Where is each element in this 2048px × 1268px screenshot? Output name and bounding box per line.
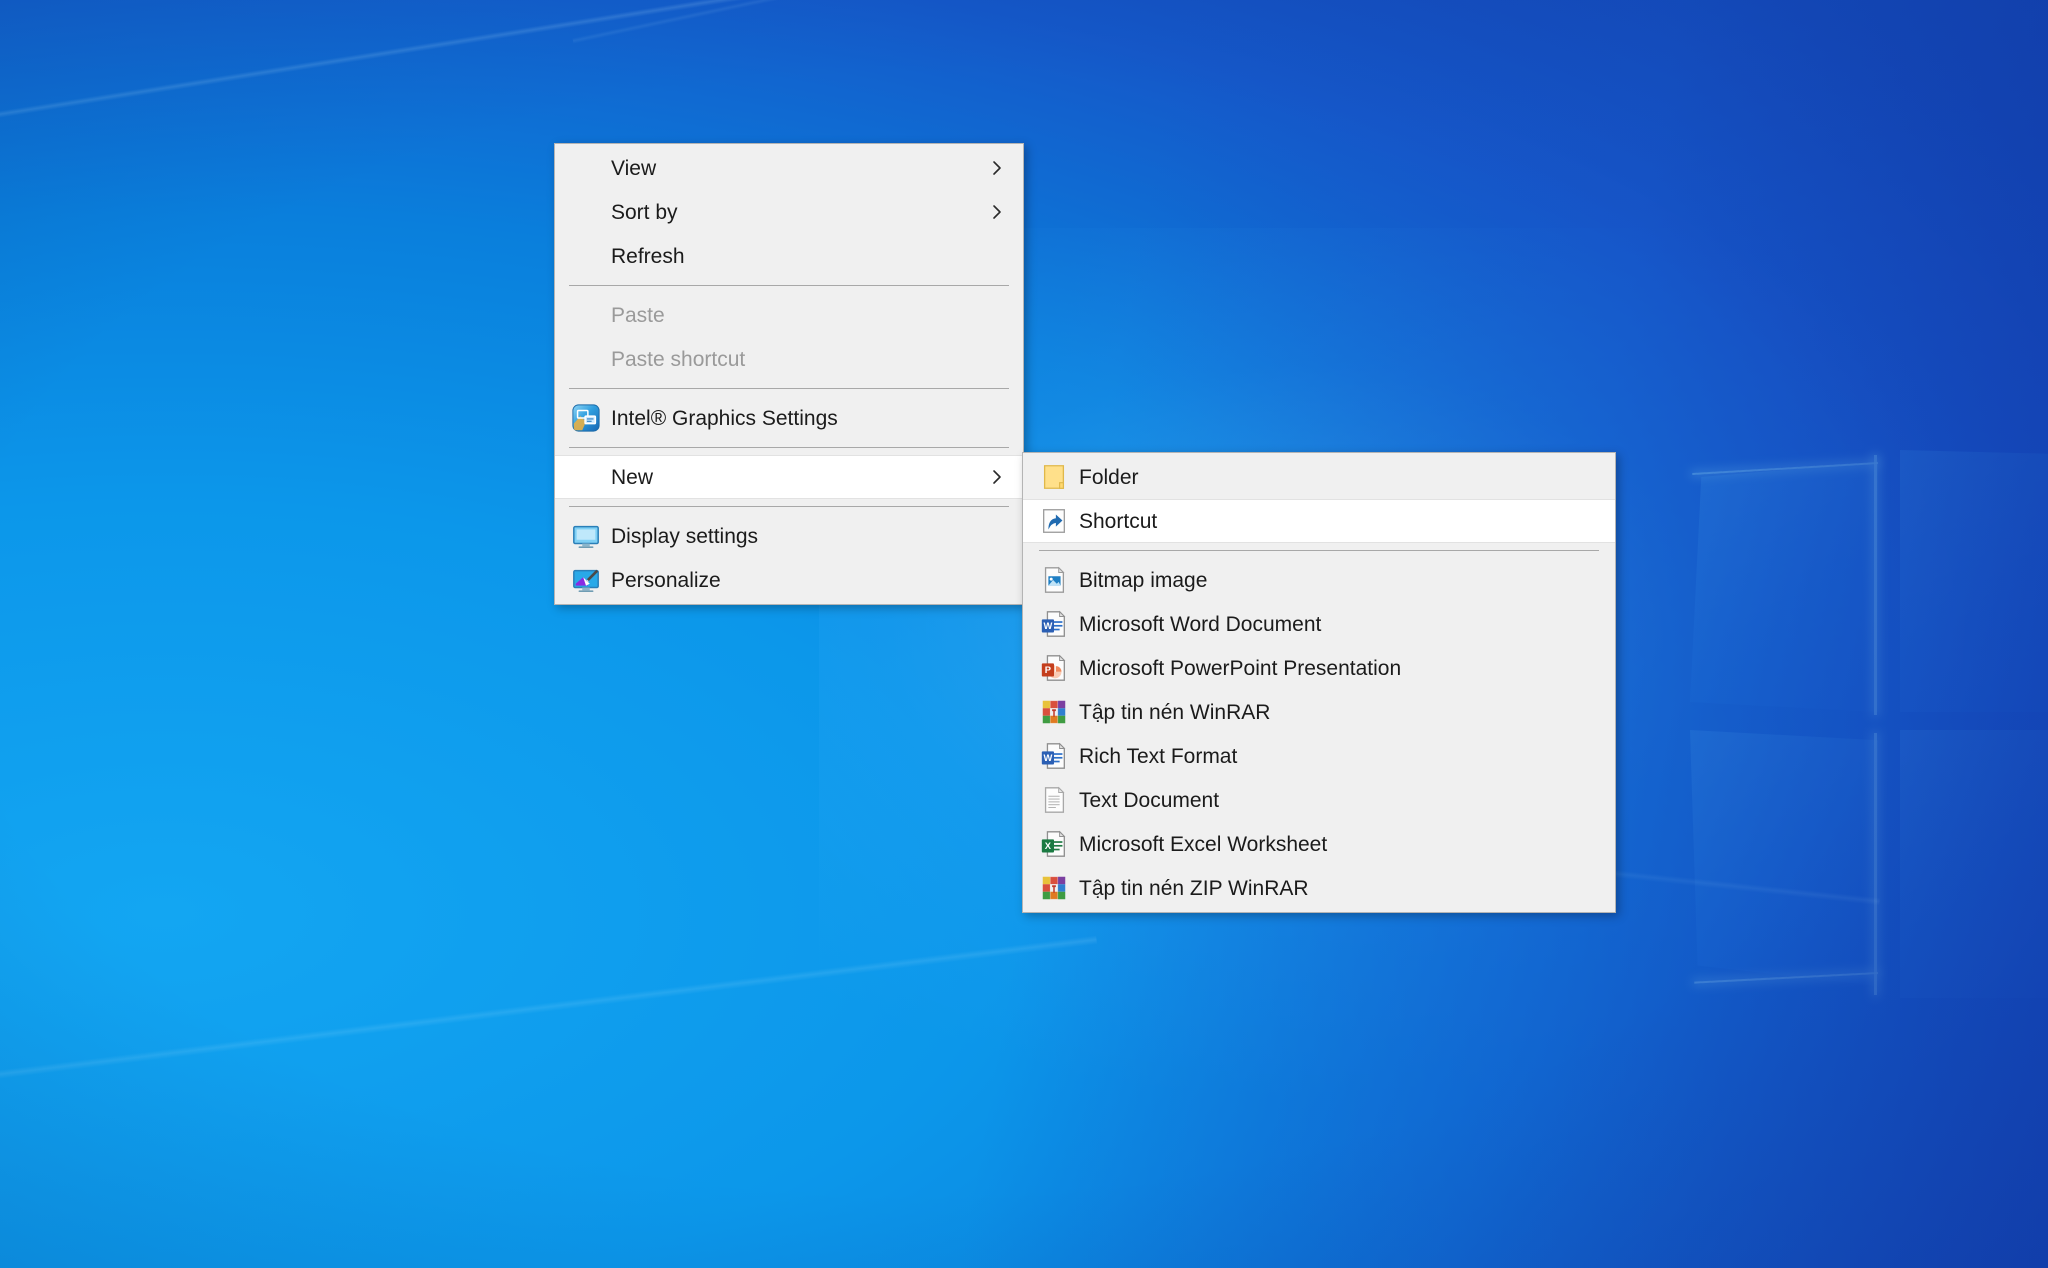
menu-item-label: Personalize [611,568,721,592]
submenu-item-label: Bitmap image [1079,568,1208,592]
menu-separator [569,388,1009,389]
svg-text:W: W [1043,753,1052,763]
submenu-item-powerpoint-presentation[interactable]: P Microsoft PowerPoint Presentation [1023,646,1615,690]
submenu-item-shortcut[interactable]: Shortcut [1023,499,1615,543]
menu-item-personalize[interactable]: Personalize [555,558,1023,602]
svg-text:W: W [1043,621,1052,631]
submenu-item-bitmap-image[interactable]: Bitmap image [1023,558,1615,602]
submenu-item-label: Microsoft Excel Worksheet [1079,832,1328,856]
menu-item-paste: Paste [555,293,1023,337]
menu-separator [569,285,1009,286]
powerpoint-icon: P [1037,651,1071,685]
svg-text:X: X [1045,841,1052,851]
menu-item-display-settings[interactable]: Display settings [555,514,1023,558]
submenu-item-label: Tập tin nén WinRAR [1079,700,1271,724]
folder-icon [1037,460,1071,494]
menu-item-label: Display settings [611,524,759,548]
new-submenu[interactable]: Folder Shortcut Bitmap image W Microsoft… [1022,452,1616,913]
menu-item-label: View [611,156,657,180]
menu-item-intel-graphics-settings[interactable]: Intel® Graphics Settings [555,396,1023,440]
shortcut-icon [1037,504,1071,538]
menu-item-label: Refresh [611,244,685,268]
menu-item-label: New [611,465,654,489]
submenu-separator [1039,550,1599,551]
submenu-item-winrar-archive[interactable]: Tập tin nén WinRAR [1023,690,1615,734]
display-monitor-icon [569,519,603,553]
bitmap-image-icon [1037,563,1071,597]
submenu-item-label: Tập tin nén ZIP WinRAR [1079,876,1309,900]
submenu-item-word-document[interactable]: W Microsoft Word Document [1023,602,1615,646]
winrar-icon [1037,695,1071,729]
submenu-item-label: Microsoft Word Document [1079,612,1322,636]
submenu-item-folder[interactable]: Folder [1023,455,1615,499]
menu-separator [569,506,1009,507]
word-icon: W [1037,607,1071,641]
svg-text:P: P [1045,665,1051,675]
menu-item-view[interactable]: View [555,146,1023,190]
intel-graphics-icon [569,401,603,435]
submenu-item-label: Shortcut [1079,509,1158,533]
chevron-right-icon [989,204,1005,220]
personalize-brush-icon [569,563,603,597]
submenu-item-excel-worksheet[interactable]: X Microsoft Excel Worksheet [1023,822,1615,866]
desktop[interactable]: View Sort by Refresh Paste Paste shortcu… [0,0,2048,1268]
menu-item-new[interactable]: New [555,455,1023,499]
menu-item-label: Intel® Graphics Settings [611,406,838,430]
submenu-item-label: Microsoft PowerPoint Presentation [1079,656,1402,680]
word-icon: W [1037,739,1071,773]
excel-icon: X [1037,827,1071,861]
chevron-right-icon [989,160,1005,176]
menu-item-label: Paste shortcut [611,347,746,371]
menu-item-label: Paste [611,303,665,327]
submenu-item-label: Rich Text Format [1079,744,1238,768]
menu-item-sort-by[interactable]: Sort by [555,190,1023,234]
menu-item-label: Sort by [611,200,678,224]
menu-item-paste-shortcut: Paste shortcut [555,337,1023,381]
submenu-item-rich-text-format[interactable]: W Rich Text Format [1023,734,1615,778]
submenu-item-label: Folder [1079,465,1139,489]
menu-separator [569,447,1009,448]
submenu-item-winrar-zip-archive[interactable]: Tập tin nén ZIP WinRAR [1023,866,1615,910]
submenu-item-label: Text Document [1079,788,1220,812]
text-document-icon [1037,783,1071,817]
menu-item-refresh[interactable]: Refresh [555,234,1023,278]
winrar-icon [1037,871,1071,905]
chevron-right-icon [989,469,1005,485]
submenu-item-text-document[interactable]: Text Document [1023,778,1615,822]
desktop-context-menu[interactable]: View Sort by Refresh Paste Paste shortcu… [554,143,1024,605]
